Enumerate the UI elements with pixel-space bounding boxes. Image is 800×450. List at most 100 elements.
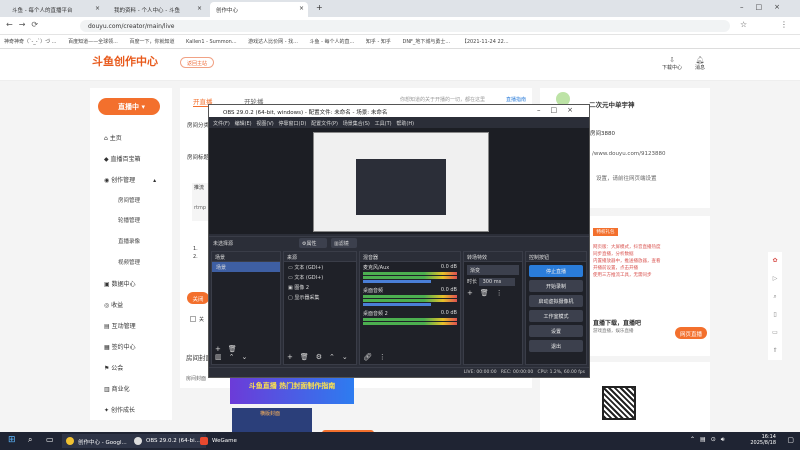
sidebar-item-growth[interactable]: ✦ 创作成长 bbox=[104, 405, 135, 414]
transitions-header: 转场特效 bbox=[464, 252, 522, 262]
nav-arrows-icon[interactable]: ←→⟳ bbox=[6, 20, 44, 29]
bookmark-item[interactable]: 百度一下，你就知道 bbox=[129, 38, 174, 45]
source-actions-icon[interactable]: +🗑︎⚙⌃⌄ bbox=[287, 353, 355, 361]
feedback-icon[interactable]: ▭ bbox=[768, 324, 782, 342]
filters-button[interactable]: ▥滤镜 bbox=[331, 238, 357, 248]
sidebar-subitem[interactable]: 直播录像 bbox=[118, 237, 140, 245]
back-to-site-button[interactable]: 返回主站 bbox=[180, 57, 214, 68]
menu-view[interactable]: 视图(V) bbox=[256, 121, 273, 127]
bookmark-item[interactable]: 神奇神奇（`-_-`）づ ... bbox=[4, 38, 56, 45]
sidebar-item-guild[interactable]: ⚑ 公会 bbox=[104, 363, 123, 372]
sidebar-item-data[interactable]: ▣ 数据中心 bbox=[104, 279, 136, 288]
source-item[interactable]: ▭ 文本 (GDI+) bbox=[284, 262, 356, 272]
gift-icon[interactable]: ✿ bbox=[768, 252, 782, 270]
badge[interactable]: 特权礼包 bbox=[593, 228, 618, 236]
browser-tab-active[interactable]: 创作中心 × bbox=[210, 2, 308, 17]
bookmark-item[interactable]: 知乎 - 知乎 bbox=[366, 38, 391, 45]
volume-slider[interactable] bbox=[363, 280, 431, 283]
bookmark-item[interactable]: 游戏达人比价网 - 找... bbox=[248, 38, 298, 45]
download-center-button[interactable]: ⇩ 下载中心 bbox=[662, 56, 682, 71]
scene-item[interactable]: 场景 bbox=[212, 262, 280, 272]
taskbar-app-chrome[interactable]: 创作中心 - Googl... bbox=[62, 434, 133, 448]
source-item[interactable]: ▣ 图像 2 bbox=[284, 282, 356, 292]
obs-titlebar[interactable]: OBS 29.0.2 (64-bit, windows) - 配置文件: 未命名… bbox=[209, 105, 589, 117]
transition-select[interactable]: 渐变 bbox=[467, 265, 519, 275]
close-icon[interactable]: × bbox=[95, 5, 100, 12]
live-guide-link[interactable]: 直播指南 bbox=[506, 96, 526, 103]
menu-icon[interactable]: ⋮ bbox=[780, 20, 788, 29]
message-button[interactable]: 🔔︎ 消息 bbox=[692, 56, 708, 71]
properties-button[interactable]: ⚙属性 bbox=[299, 238, 327, 248]
bookmark-item[interactable]: 百度知道——全球领... bbox=[68, 38, 118, 45]
tray-icons[interactable]: ⌃▤⊙🔊︎ bbox=[690, 436, 730, 444]
search-icon[interactable]: ⌕ bbox=[28, 435, 32, 445]
url-input[interactable]: douyu.com/creator/main/live bbox=[80, 20, 730, 32]
exit-button[interactable]: 退出 bbox=[529, 340, 583, 352]
sidebar-item-home[interactable]: ⌂ 主页 bbox=[104, 133, 122, 142]
sidebar-item-income[interactable]: ◎ 收益 bbox=[104, 300, 123, 309]
mixer-actions-icon[interactable]: 🔗︎⋮ bbox=[363, 353, 393, 361]
controls-header: 控制按钮 bbox=[526, 252, 586, 262]
volume-slider[interactable] bbox=[363, 303, 431, 306]
phone-live-title: 直播下载，直播吧 bbox=[593, 320, 642, 327]
start-virtual-camera-button[interactable]: 启动虚拟摄像机 bbox=[529, 295, 583, 307]
menu-docks[interactable]: 停靠窗口(D) bbox=[279, 121, 307, 127]
sidebar-item-toolbox[interactable]: ◆ 直播百宝箱 bbox=[104, 154, 141, 163]
web-live-button[interactable]: 网页直播 bbox=[675, 327, 707, 339]
settings-button[interactable]: 设置 bbox=[529, 325, 583, 337]
play-icon[interactable]: ▷ bbox=[768, 270, 782, 288]
bookmark-item[interactable]: DNF_地下城与勇士... bbox=[402, 38, 450, 45]
close-icon[interactable]: × bbox=[299, 5, 304, 12]
volume-meter bbox=[363, 272, 457, 275]
bookmark-item[interactable]: Kallen1 - Summon... bbox=[186, 39, 237, 45]
sidebar-subitem[interactable]: 轮播管理 bbox=[118, 216, 140, 224]
sidebar-item-creation[interactable]: ◉ 创作管理 ▴ bbox=[104, 175, 156, 184]
bookmark-item[interactable]: 【2021-11-24 22... bbox=[462, 38, 509, 45]
system-clock[interactable]: 16:14 2025/8/18 bbox=[750, 434, 776, 446]
sidebar-subitem[interactable]: 房间管理 bbox=[118, 196, 140, 204]
source-item[interactable]: ▢ 显示器采集 bbox=[284, 292, 356, 302]
sidebar-item-interaction[interactable]: ▤ 互动管理 bbox=[104, 321, 136, 330]
mixer-channel: 麦克风/Aux 0.0 dB bbox=[360, 262, 460, 285]
new-tab-icon[interactable]: + bbox=[316, 3, 323, 12]
obs-preview[interactable] bbox=[209, 128, 589, 234]
start-recording-button[interactable]: 开始录制 bbox=[529, 280, 583, 292]
menu-help[interactable]: 帮助(H) bbox=[396, 121, 414, 127]
agree-checkbox[interactable] bbox=[190, 316, 196, 322]
sidebar-item-contract[interactable]: ▦ 签约中心 bbox=[104, 342, 136, 351]
menu-tools[interactable]: 工具(T) bbox=[375, 121, 392, 127]
obs-window-controls-icon[interactable]: –□× bbox=[537, 106, 583, 114]
menu-profile[interactable]: 配置文件(P) bbox=[311, 121, 338, 127]
window-controls-icon[interactable]: –□× bbox=[740, 3, 792, 11]
duration-input[interactable]: 300 ms bbox=[478, 278, 515, 286]
sidebar-subitem[interactable]: 视频管理 bbox=[118, 258, 140, 266]
room-url[interactable]: /www.douyu.com/9123880 bbox=[592, 151, 666, 157]
source-item[interactable]: ▭ 文本 (GDI+) bbox=[284, 272, 356, 282]
live-status-button[interactable]: 直播中 ▾ bbox=[98, 98, 160, 115]
taskbar-app-wegame[interactable]: WeGame bbox=[196, 434, 243, 448]
cover-guide-banner[interactable]: 斗鱼直播 热门封面制作指南 bbox=[230, 375, 354, 404]
phone-icon[interactable]: ▯ bbox=[768, 306, 782, 324]
taskbar-app-obs[interactable]: OBS 29.0.2 (64-bi... bbox=[130, 434, 206, 448]
menu-file[interactable]: 文件(F) bbox=[213, 121, 230, 127]
menu-edit[interactable]: 编辑(E) bbox=[235, 121, 252, 127]
menu-scene-collection[interactable]: 场景集合(S) bbox=[343, 121, 370, 127]
bookmark-star-icon[interactable]: ☆ bbox=[740, 20, 747, 29]
search-icon[interactable]: ⌕ bbox=[768, 288, 782, 306]
browser-tab[interactable]: 我的资料 - 个人中心 - 斗鱼 × bbox=[108, 2, 206, 17]
top-icon[interactable]: ⇑ bbox=[768, 342, 782, 360]
transition-actions-icon[interactable]: +🗑︎⋮ bbox=[467, 289, 519, 297]
close-live-button[interactable]: 关闭 bbox=[187, 292, 209, 304]
task-view-icon[interactable]: ▭ bbox=[46, 435, 54, 444]
stop-streaming-button[interactable]: 停止直播 bbox=[529, 265, 583, 277]
windows-start-icon[interactable]: ⊞ bbox=[8, 435, 16, 445]
username: 二次元中单宇神 bbox=[589, 101, 635, 109]
bookmark-item[interactable]: 斗鱼 - 每个人的直... bbox=[310, 38, 355, 45]
studio-mode-button[interactable]: 工作室模式 bbox=[529, 310, 583, 322]
scene-actions-icon[interactable]: +🗑︎▥⌃⌄ bbox=[215, 345, 280, 361]
site-logo[interactable]: 斗鱼创作中心 bbox=[92, 53, 158, 69]
sidebar-item-business[interactable]: ▥ 商业化 bbox=[104, 384, 130, 393]
close-icon[interactable]: × bbox=[197, 5, 202, 12]
notification-icon[interactable]: ▢ bbox=[787, 436, 794, 444]
browser-tab[interactable]: 斗鱼 - 每个人的直播平台 × bbox=[6, 2, 104, 17]
